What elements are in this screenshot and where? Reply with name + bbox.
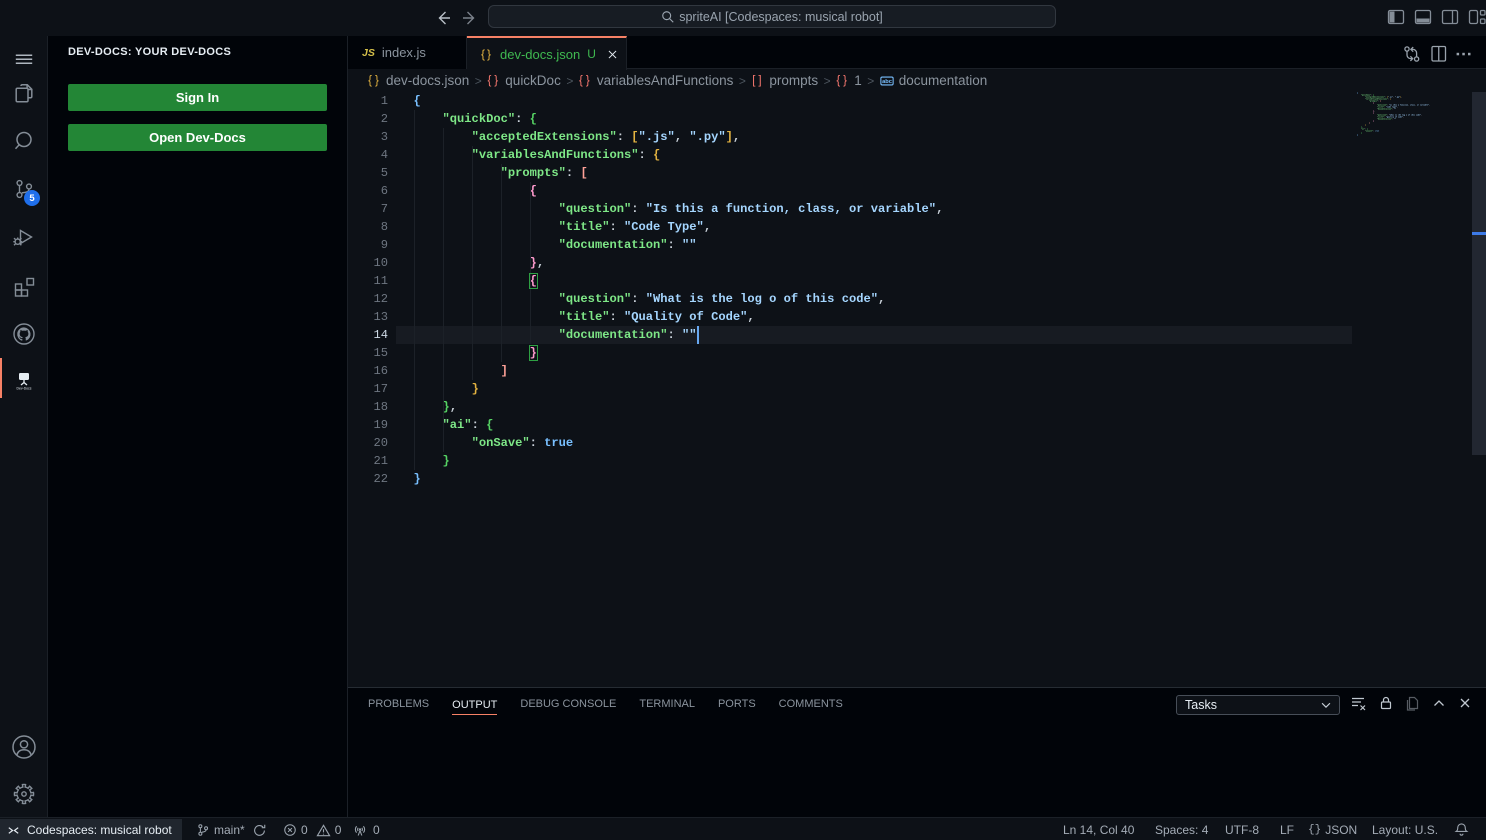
svg-text:abc: abc	[882, 79, 892, 85]
svg-text:Dev-Docs: Dev-Docs	[17, 387, 32, 391]
